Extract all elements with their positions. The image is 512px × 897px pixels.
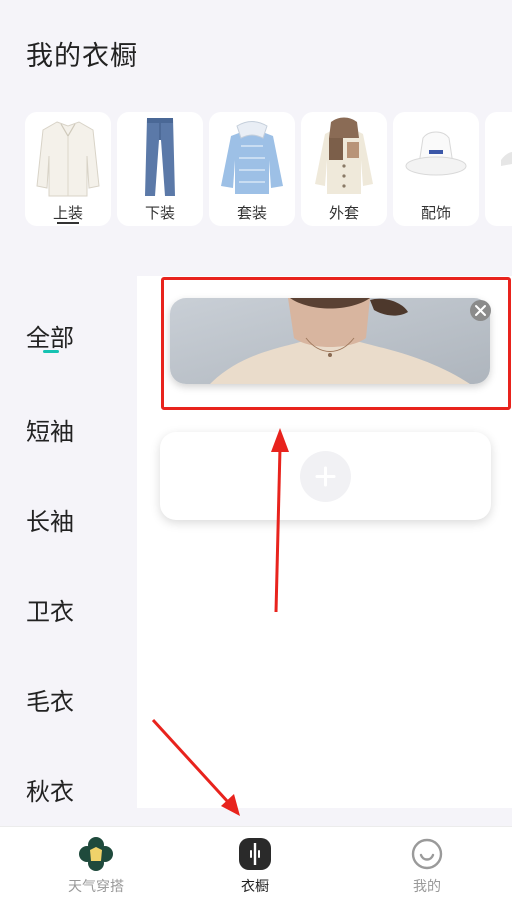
tab-label: 衣橱 xyxy=(241,879,269,895)
sidebar-item-sweater[interactable]: 毛衣 xyxy=(26,682,74,717)
sidebar-item-all[interactable]: 全部 xyxy=(26,318,74,353)
sidebar-item-hoodie[interactable]: 卫衣 xyxy=(26,592,74,627)
tab-weather-outfit[interactable]: 天气穿搭 xyxy=(36,827,156,897)
category-label: 套装 xyxy=(236,204,267,222)
close-icon xyxy=(475,305,486,316)
category-label: 上装 xyxy=(52,204,83,222)
clothing-photo-item[interactable] xyxy=(170,298,490,384)
category-label: 外套 xyxy=(328,204,359,222)
sidebar-item-thermal[interactable]: 秋衣 xyxy=(26,772,74,807)
shoe-icon xyxy=(501,152,512,166)
remove-item-button[interactable] xyxy=(470,300,491,321)
category-label: 配饰 xyxy=(420,204,451,222)
weather-clover-icon xyxy=(79,837,113,871)
category-label: 下装 xyxy=(144,204,175,222)
tab-wardrobe[interactable]: 衣橱 xyxy=(195,827,315,897)
sidebar-item-long-sleeve[interactable]: 长袖 xyxy=(26,502,74,537)
add-item-card[interactable] xyxy=(160,432,491,520)
bucket-hat-icon xyxy=(405,131,467,176)
white-shirt-icon xyxy=(36,121,100,197)
neck-shoulder-photo xyxy=(170,298,490,384)
tab-mine[interactable]: 我的 xyxy=(367,827,487,897)
category-card-bottoms[interactable]: 下装 xyxy=(117,112,203,226)
category-card-tops[interactable]: 上装 xyxy=(25,112,111,226)
sidebar-active-indicator xyxy=(43,350,59,353)
sidebar-item-short-sleeve[interactable]: 短袖 xyxy=(26,412,74,447)
category-strip[interactable]: 上装 下装 套装 外套 配饰 xyxy=(0,112,512,228)
plus-icon xyxy=(315,466,336,487)
tab-label: 天气穿搭 xyxy=(68,879,124,895)
category-card-sets[interactable]: 套装 xyxy=(209,112,295,226)
category-active-underline xyxy=(57,222,79,224)
page-title: 我的衣橱 xyxy=(26,41,138,72)
hoodie-jacket-icon xyxy=(315,117,373,194)
category-card-outerwear[interactable]: 外套 xyxy=(301,112,387,226)
category-card-accessories[interactable]: 配饰 xyxy=(393,112,479,226)
smiley-profile-icon xyxy=(411,838,443,870)
add-item-button[interactable] xyxy=(300,451,351,502)
wardrobe-icon xyxy=(239,838,271,870)
bottom-tab-bar: 天气穿搭 衣橱 我的 xyxy=(0,826,512,897)
category-card-shoes[interactable] xyxy=(485,112,512,226)
striped-shirt-set-icon xyxy=(221,121,283,194)
jeans-icon xyxy=(145,118,175,196)
tab-label: 我的 xyxy=(413,879,441,895)
